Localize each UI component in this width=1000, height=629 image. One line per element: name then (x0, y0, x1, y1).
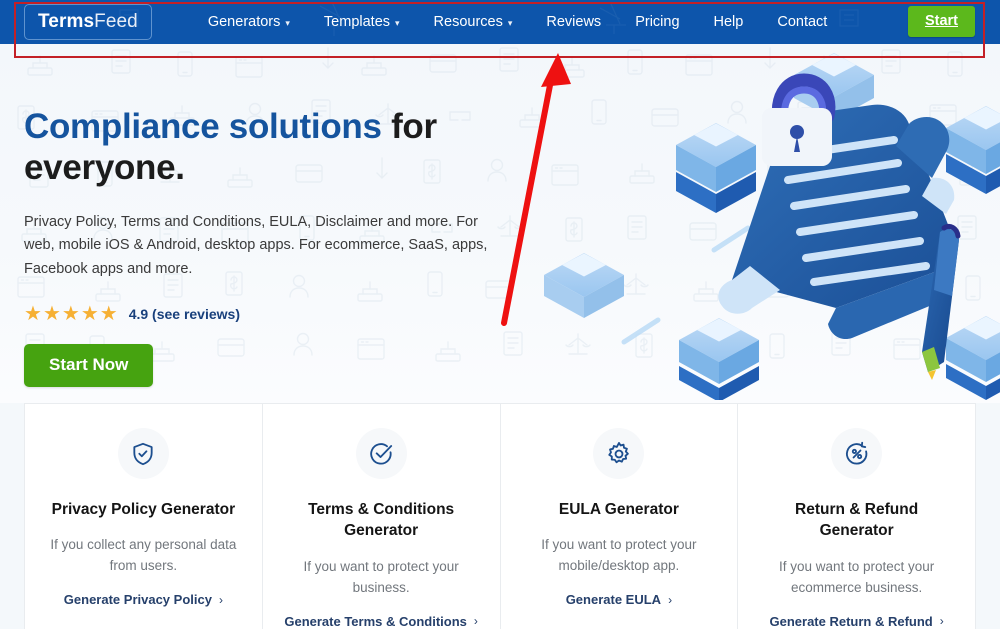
lock-icon (762, 73, 836, 166)
top-navigation-bar: TermsFeed Generators ▾ Templates ▾ Resou… (0, 0, 1000, 44)
card-link-label: Generate Return & Refund (769, 613, 933, 629)
rating-row: ★ ★ ★ ★ ★ 4.9 (see reviews) (24, 304, 504, 324)
chevron-down-icon: ▾ (285, 17, 290, 28)
card-title: EULA Generator (558, 501, 679, 518)
card-description: If you collect any personal data from us… (50, 537, 237, 574)
nav-label-resources: Resources (433, 14, 503, 30)
nav-label-reviews: Reviews (546, 14, 602, 30)
nav-item-help[interactable]: Help (697, 14, 761, 30)
nav-label-pricing: Pricing (635, 14, 680, 30)
star-icon: ★ (42, 303, 61, 326)
card-description: If you want to protect your business. (303, 558, 459, 595)
nav-item-resources[interactable]: Resources ▾ (417, 14, 530, 30)
gear-icon (593, 428, 645, 479)
start-button[interactable]: Start (907, 6, 975, 37)
nav-label-generators: Generators (207, 14, 281, 30)
chevron-down-icon: ▾ (507, 17, 513, 28)
page-root: TermsFeed Generators ▾ Templates ▾ Resou… (0, 0, 1000, 629)
nav-item-templates[interactable]: Templates ▾ (307, 14, 417, 30)
iso-cube (946, 106, 1000, 194)
generator-cards-row: Privacy Policy Generator If you collect … (24, 403, 976, 629)
chevron-right-icon: › (218, 592, 223, 607)
generate-eula-link[interactable]: Generate EULA › (566, 592, 672, 607)
card-terms-conditions[interactable]: Terms & Conditions Generator If you want… (263, 404, 501, 629)
nav-links: Generators ▾ Templates ▾ Resources ▾ Rev… (191, 14, 844, 30)
iso-cube (676, 123, 756, 213)
hero-subtitle: Privacy Policy, Terms and Conditions, EU… (24, 213, 488, 277)
hero-illustration (544, 53, 1000, 400)
card-title: Return & Refund Generator (795, 501, 919, 540)
star-icon: ★ (99, 303, 118, 326)
star-icon: ★ (61, 303, 80, 326)
star-icon: ★ (80, 303, 99, 326)
nav-item-generators[interactable]: Generators ▾ (191, 14, 307, 30)
card-link-label: Generate EULA (565, 592, 662, 608)
star-icon: ★ (24, 303, 42, 326)
card-return-refund[interactable]: Return & Refund Generator If you want to… (738, 404, 975, 629)
logo-text-bold: Terms (38, 11, 95, 32)
iso-cube (544, 253, 624, 318)
hero-section: Compliance solutions for everyone. Priva… (0, 44, 1000, 403)
card-title: Privacy Policy Generator (51, 501, 236, 518)
generate-return-refund-link[interactable]: Generate Return & Refund › (770, 614, 944, 629)
chevron-right-icon: › (939, 614, 944, 629)
hero-text-block: Compliance solutions for everyone. Priva… (24, 107, 504, 388)
card-description: If you want to protect your ecommerce bu… (778, 558, 935, 595)
card-eula[interactable]: EULA Generator If you want to protect yo… (501, 404, 739, 629)
star-rating: ★ ★ ★ ★ ★ (24, 304, 118, 324)
card-description: If you want to protect your mobile/deskt… (541, 537, 697, 574)
chevron-right-icon: › (473, 614, 478, 629)
nav-label-templates: Templates (323, 14, 391, 30)
logo[interactable]: TermsFeed (24, 4, 152, 40)
document-scroll (718, 104, 957, 340)
chevron-down-icon: ▾ (395, 17, 400, 28)
refund-circle-icon (831, 428, 883, 479)
iso-cube (946, 316, 1000, 400)
nav-label-contact: Contact (777, 14, 828, 30)
card-title: Terms & Conditions Generator (308, 501, 455, 540)
card-link-label: Generate Privacy Policy (63, 592, 212, 608)
circle-check-icon (355, 428, 407, 479)
generate-terms-conditions-link[interactable]: Generate Terms & Conditions › (284, 614, 478, 629)
generate-privacy-policy-link[interactable]: Generate Privacy Policy › (64, 592, 223, 607)
logo-text-light: Feed (94, 11, 138, 32)
nav-item-pricing[interactable]: Pricing (618, 14, 696, 30)
iso-cube (679, 318, 759, 400)
card-link-label: Generate Terms & Conditions (284, 613, 467, 629)
chevron-right-icon: › (668, 592, 673, 607)
see-reviews-link[interactable]: 4.9 (see reviews) (129, 306, 240, 322)
card-privacy-policy[interactable]: Privacy Policy Generator If you collect … (25, 404, 263, 629)
nav-item-reviews[interactable]: Reviews (529, 14, 618, 30)
nav-label-help: Help (713, 14, 744, 30)
start-now-button[interactable]: Start Now (24, 344, 154, 388)
page-title: Compliance solutions for everyone. (24, 107, 504, 189)
hero-title-highlight: Compliance solutions (24, 107, 382, 146)
shield-check-icon (117, 428, 169, 479)
nav-item-contact[interactable]: Contact (760, 14, 844, 30)
